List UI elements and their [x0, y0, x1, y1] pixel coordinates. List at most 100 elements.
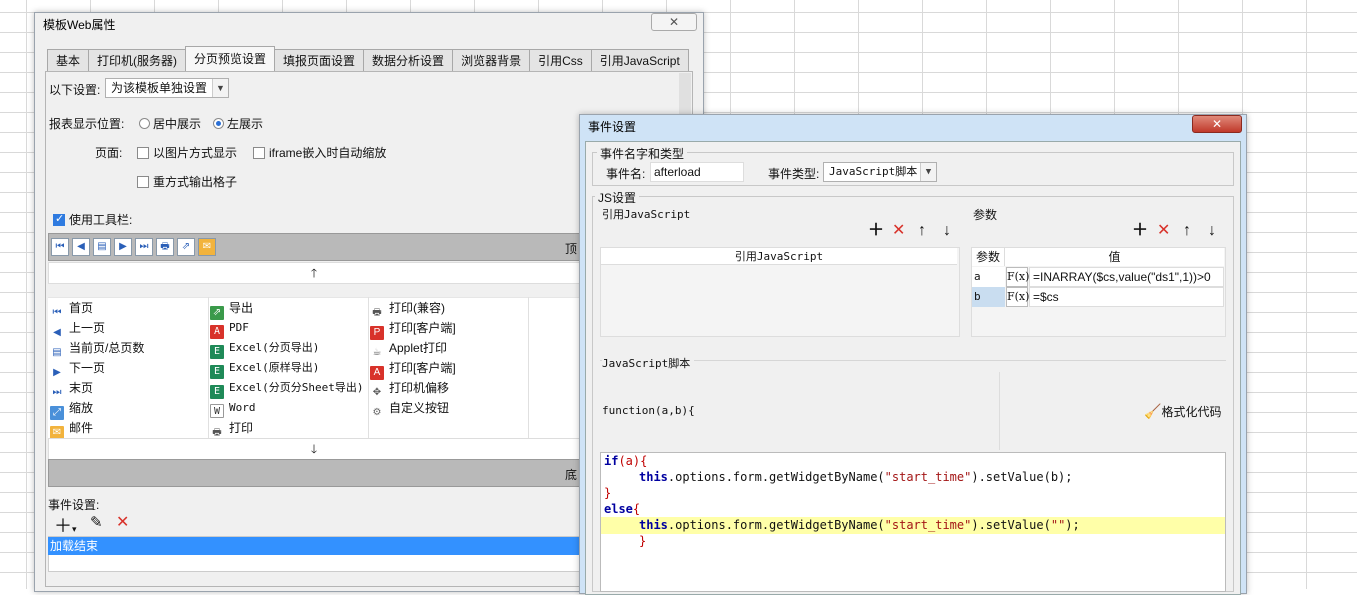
add-event-icon[interactable]: ＋▾ — [54, 512, 77, 538]
event-name-label: 事件名: — [606, 167, 646, 181]
toolbar-item-printer-offset[interactable]: ✥ 打印机偏移 — [370, 378, 449, 398]
ref-js-column-header: 引用JavaScript — [601, 248, 957, 265]
tab-basic[interactable]: 基本 — [47, 49, 90, 71]
toolbar-item-export[interactable]: ⇗ 导出 — [210, 298, 253, 320]
use-toolbar-checkbox[interactable]: 使用工具栏: — [53, 211, 132, 228]
add-param-icon[interactable]: ＋ — [1132, 223, 1148, 239]
event-list-item[interactable]: 加载结束 — [48, 537, 580, 555]
gear-icon: ⚙ — [372, 407, 382, 418]
close-button[interactable]: ✕ — [651, 13, 697, 31]
tab-ref-javascript[interactable]: 引用JavaScript — [590, 49, 689, 71]
delete-icon[interactable]: ✕ — [892, 223, 905, 239]
toolbar-item-print-compat[interactable]: 🖶 打印(兼容) — [370, 298, 445, 318]
repeat-cells-checkbox[interactable]: 重方式输出格子 — [137, 173, 237, 190]
settings-select[interactable]: 为该模板单独设置 ▼ — [105, 78, 229, 98]
excel-icon: E — [210, 365, 224, 379]
word-icon: W — [210, 404, 224, 418]
prev-page-icon[interactable]: ◀ — [72, 238, 90, 256]
dialog-titlebar: 事件设置 ✕ — [580, 115, 1246, 139]
close-icon: ✕ — [1211, 117, 1223, 131]
move-down-param-icon[interactable]: ↓ — [1208, 223, 1216, 239]
close-button[interactable]: ✕ — [1192, 115, 1242, 133]
event-name-field[interactable]: afterload — [650, 162, 744, 182]
function-signature: function(a,b){ — [602, 404, 695, 417]
param-row-b-value[interactable]: =$cs — [1029, 287, 1224, 307]
toolbar-item-page-count[interactable]: ▤ 当前页/总页数 — [50, 338, 144, 358]
toolbar-bottom-strip: 底 — [48, 459, 580, 487]
param-row-b-name[interactable]: b — [972, 287, 1005, 307]
arrow-up-icon[interactable]: 🡑 — [311, 266, 317, 280]
toolbar-item-first[interactable]: ⏮ 首页 — [50, 298, 94, 318]
last-page-icon[interactable]: ⏭ — [135, 238, 153, 256]
edit-icon[interactable]: ✎ — [90, 513, 103, 531]
toolbar-item-excel-original[interactable]: E Excel(原样导出) — [210, 358, 319, 379]
position-center-radio[interactable]: 居中展示 — [139, 115, 201, 132]
excel-icon: E — [210, 345, 224, 359]
toolbar-item-custom-button[interactable]: ⚙ 自定义按钮 — [370, 398, 450, 418]
toolbar-preview-strip: ⏮ ◀ ▤ ▶ ⏭ 🖶 ⇗ ✉ 顶 — [48, 233, 580, 261]
params-header-value: 值 — [1005, 248, 1224, 266]
chevron-down-icon: ▼ — [920, 163, 936, 181]
page-count-icon[interactable]: ▤ — [93, 238, 111, 256]
tab-printer-server[interactable]: 打印机(服务器) — [88, 49, 187, 71]
params-label: 参数 — [973, 208, 998, 222]
iframe-scale-checkbox[interactable]: iframe嵌入时自动缩放 — [253, 144, 386, 161]
image-mode-checkbox[interactable]: 以图片方式显示 — [137, 144, 237, 161]
param-row-a-name[interactable]: a — [972, 267, 1005, 287]
next-page-icon[interactable]: ▶ — [114, 238, 132, 256]
toolbar-item-excel-sheet[interactable]: E Excel(分页分Sheet导出) — [210, 378, 363, 399]
toolbar-item-next[interactable]: ▶ 下一页 — [50, 358, 105, 378]
toolbar-item-last[interactable]: ⏭ 末页 — [50, 378, 94, 398]
code-line-4: else{ — [604, 502, 641, 516]
event-type-select[interactable]: JavaScript脚本 ▼ — [823, 162, 937, 182]
tab-ref-css[interactable]: 引用Css — [529, 49, 592, 71]
toolbar-up-row: 🡑 — [48, 262, 580, 284]
tab-paging-preview[interactable]: 分页预览设置 — [185, 46, 276, 71]
page-label: 页面: — [95, 146, 123, 160]
toolbar-item-pdf[interactable]: A PDF — [210, 318, 249, 339]
arrow-down-icon[interactable]: ↓ — [943, 223, 951, 239]
tab-bar: 基本 打印机(服务器) 分页预览设置 填报页面设置 数据分析设置 浏览器背景 引… — [47, 46, 689, 71]
window-titlebar: 模板Web属性 ✕ — [35, 13, 703, 37]
close-icon: ✕ — [668, 15, 680, 29]
toolbar-item-zoom[interactable]: ⤢ 缩放 — [50, 398, 93, 420]
grid-col-divider-1 — [208, 297, 209, 438]
event-type-label: 事件类型: — [768, 167, 820, 181]
mail-icon[interactable]: ✉ — [198, 238, 216, 256]
code-line-2: this.options.form.getWidgetByName("start… — [639, 470, 1073, 484]
toolbar-item-excel-paged[interactable]: E Excel(分页导出) — [210, 338, 319, 359]
print-icon[interactable]: 🖶 — [156, 238, 174, 256]
toolbar-down-row: 🡓 — [48, 438, 580, 460]
toolbar-item-applet-print[interactable]: ☕ Applet打印 — [370, 338, 448, 358]
bottom-label: 底 — [564, 468, 577, 482]
position-left-radio[interactable]: 左展示 — [213, 115, 263, 132]
fx-icon[interactable]: F(x) — [1006, 287, 1029, 307]
code-line-3: } — [604, 486, 612, 500]
tab-fill-page[interactable]: 填报页面设置 — [274, 49, 365, 71]
delete-param-icon[interactable]: ✕ — [1157, 223, 1170, 239]
window-title: 模板Web属性 — [43, 18, 116, 32]
toolbar-item-print-client[interactable]: P 打印[客户端] — [370, 318, 456, 340]
fx-icon[interactable]: F(x) — [1006, 267, 1029, 287]
export-icon[interactable]: ⇗ — [177, 238, 195, 256]
toolbar-item-mail[interactable]: ✉ 邮件 — [50, 418, 93, 440]
settings-label: 以下设置: — [49, 83, 101, 97]
toolbar-item-print-client-2[interactable]: A 打印[客户端] — [370, 358, 456, 380]
format-code-button[interactable]: 🧹格式化代码 — [1144, 403, 1221, 420]
grid-col-divider-2 — [368, 297, 369, 438]
move-up-param-icon[interactable]: ↑ — [1183, 223, 1191, 239]
toolbar-item-print[interactable]: 🖶 打印 — [210, 418, 253, 438]
toolbar-item-prev[interactable]: ◀ 上一页 — [50, 318, 105, 338]
param-row-a-value[interactable]: =INARRAY($cs,value("ds1",1))>0 — [1029, 267, 1224, 287]
delete-icon[interactable]: ✕ — [116, 512, 129, 532]
script-label: JavaScript脚本 — [602, 355, 695, 371]
arrow-up-icon[interactable]: ↑ — [918, 223, 926, 239]
excel-icon: E — [210, 385, 224, 399]
toolbar-item-word[interactable]: W Word — [210, 398, 256, 418]
arrow-down-icon[interactable]: 🡓 — [311, 442, 317, 456]
first-page-icon[interactable]: ⏮ — [51, 238, 69, 256]
tab-browser-background[interactable]: 浏览器背景 — [452, 49, 531, 71]
dialog-title: 事件设置 — [588, 120, 637, 134]
tab-data-analysis[interactable]: 数据分析设置 — [363, 49, 454, 71]
add-icon[interactable]: ＋ — [868, 223, 884, 239]
